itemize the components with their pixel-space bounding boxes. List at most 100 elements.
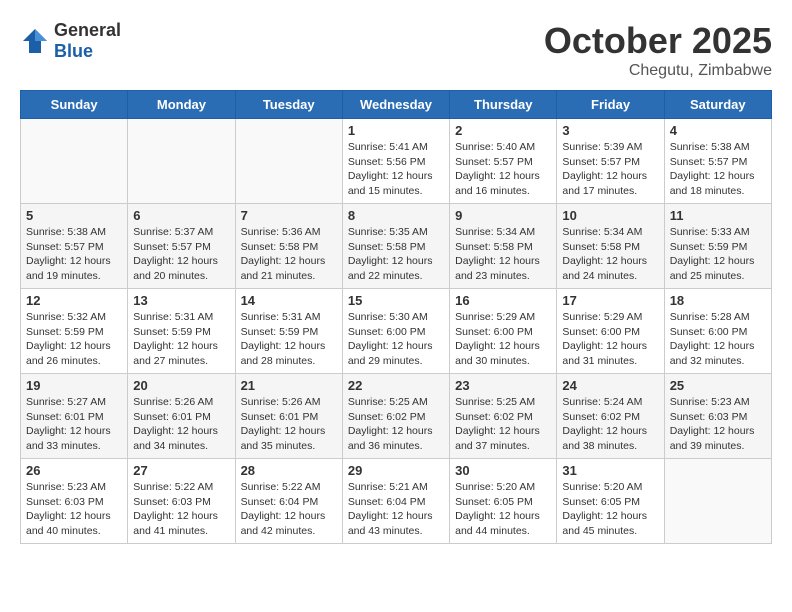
calendar-day-3: 3Sunrise: 5:39 AM Sunset: 5:57 PM Daylig…: [557, 119, 664, 204]
weekday-header-saturday: Saturday: [664, 91, 771, 119]
day-number: 1: [348, 123, 444, 138]
calendar-day-7: 7 Sunrise: 5:36 AM Sunset: 5:58 PM Daylig…: [235, 204, 342, 289]
day-info: Sunrise: 5:31 AM Sunset: 5:59 PM Dayligh…: [241, 310, 337, 369]
day-info: Sunrise: 5:26 AM Sunset: 6:01 PM Dayligh…: [241, 395, 337, 454]
day-number: 18: [670, 293, 766, 308]
day-number: 12: [26, 293, 122, 308]
day-number: 13: [133, 293, 229, 308]
weekday-header-wednesday: Wednesday: [342, 91, 449, 119]
calendar-week-row: 19 Sunrise: 5:27 AM Sunset: 6:01 PM Dayli…: [21, 374, 772, 459]
calendar-day-13: 13 Sunrise: 5:31 AM Sunset: 5:59 PM Dayli…: [128, 289, 235, 374]
calendar-empty-cell: [128, 119, 235, 204]
day-info: Sunrise: 5:28 AM Sunset: 6:00 PM Dayligh…: [670, 310, 766, 369]
day-number: 7: [241, 208, 337, 223]
day-number: 24: [562, 378, 658, 393]
calendar-week-row: 1Sunrise: 5:41 AM Sunset: 5:56 PM Daylig…: [21, 119, 772, 204]
calendar-empty-cell: [21, 119, 128, 204]
calendar-day-23: 23Sunrise: 5:25 AM Sunset: 6:02 PM Dayli…: [450, 374, 557, 459]
calendar-week-row: 12Sunrise: 5:32 AM Sunset: 5:59 PM Dayli…: [21, 289, 772, 374]
day-info: Sunrise: 5:38 AM Sunset: 5:57 PM Dayligh…: [670, 140, 766, 199]
calendar-day-30: 30Sunrise: 5:20 AM Sunset: 6:05 PM Dayli…: [450, 459, 557, 544]
logo-general: General: [54, 20, 121, 40]
calendar-day-9: 9Sunrise: 5:34 AM Sunset: 5:58 PM Daylig…: [450, 204, 557, 289]
day-info: Sunrise: 5:20 AM Sunset: 6:05 PM Dayligh…: [455, 480, 551, 539]
day-number: 9: [455, 208, 551, 223]
day-number: 21: [241, 378, 337, 393]
day-info: Sunrise: 5:23 AM Sunset: 6:03 PM Dayligh…: [670, 395, 766, 454]
day-info: Sunrise: 5:34 AM Sunset: 5:58 PM Dayligh…: [562, 225, 658, 284]
day-info: Sunrise: 5:30 AM Sunset: 6:00 PM Dayligh…: [348, 310, 444, 369]
day-number: 4: [670, 123, 766, 138]
day-info: Sunrise: 5:22 AM Sunset: 6:04 PM Dayligh…: [241, 480, 337, 539]
day-info: Sunrise: 5:38 AM Sunset: 5:57 PM Dayligh…: [26, 225, 122, 284]
calendar-day-25: 25Sunrise: 5:23 AM Sunset: 6:03 PM Dayli…: [664, 374, 771, 459]
calendar-day-31: 31 Sunrise: 5:20 AM Sunset: 6:05 PM Dayli…: [557, 459, 664, 544]
calendar-table: SundayMondayTuesdayWednesdayThursdayFrid…: [20, 90, 772, 544]
calendar-day-12: 12Sunrise: 5:32 AM Sunset: 5:59 PM Dayli…: [21, 289, 128, 374]
calendar-day-20: 20Sunrise: 5:26 AM Sunset: 6:01 PM Dayli…: [128, 374, 235, 459]
day-info: Sunrise: 5:22 AM Sunset: 6:03 PM Dayligh…: [133, 480, 229, 539]
calendar-week-row: 26 Sunrise: 5:23 AM Sunset: 6:03 PM Dayli…: [21, 459, 772, 544]
day-number: 17: [562, 293, 658, 308]
day-info: Sunrise: 5:23 AM Sunset: 6:03 PM Dayligh…: [26, 480, 122, 539]
calendar-day-24: 24 Sunrise: 5:24 AM Sunset: 6:02 PM Dayli…: [557, 374, 664, 459]
day-info: Sunrise: 5:37 AM Sunset: 5:57 PM Dayligh…: [133, 225, 229, 284]
calendar-day-26: 26 Sunrise: 5:23 AM Sunset: 6:03 PM Dayli…: [21, 459, 128, 544]
day-number: 27: [133, 463, 229, 478]
day-number: 31: [562, 463, 658, 478]
day-number: 19: [26, 378, 122, 393]
calendar-day-14: 14 Sunrise: 5:31 AM Sunset: 5:59 PM Dayli…: [235, 289, 342, 374]
day-info: Sunrise: 5:29 AM Sunset: 6:00 PM Dayligh…: [455, 310, 551, 369]
title-block: October 2025 Chegutu, Zimbabwe: [544, 20, 772, 80]
calendar-day-27: 27 Sunrise: 5:22 AM Sunset: 6:03 PM Dayli…: [128, 459, 235, 544]
day-info: Sunrise: 5:35 AM Sunset: 5:58 PM Dayligh…: [348, 225, 444, 284]
day-number: 16: [455, 293, 551, 308]
day-number: 5: [26, 208, 122, 223]
weekday-header-monday: Monday: [128, 91, 235, 119]
month-title: October 2025: [544, 20, 772, 62]
calendar-empty-cell: [235, 119, 342, 204]
calendar-day-21: 21 Sunrise: 5:26 AM Sunset: 6:01 PM Dayli…: [235, 374, 342, 459]
calendar-day-2: 2 Sunrise: 5:40 AM Sunset: 5:57 PM Daylig…: [450, 119, 557, 204]
day-number: 15: [348, 293, 444, 308]
day-number: 22: [348, 378, 444, 393]
day-info: Sunrise: 5:40 AM Sunset: 5:57 PM Dayligh…: [455, 140, 551, 199]
calendar-day-8: 8 Sunrise: 5:35 AM Sunset: 5:58 PM Daylig…: [342, 204, 449, 289]
day-number: 10: [562, 208, 658, 223]
day-info: Sunrise: 5:31 AM Sunset: 5:59 PM Dayligh…: [133, 310, 229, 369]
calendar-day-18: 18 Sunrise: 5:28 AM Sunset: 6:00 PM Dayli…: [664, 289, 771, 374]
calendar-day-10: 10 Sunrise: 5:34 AM Sunset: 5:58 PM Dayli…: [557, 204, 664, 289]
weekday-header-thursday: Thursday: [450, 91, 557, 119]
day-info: Sunrise: 5:39 AM Sunset: 5:57 PM Dayligh…: [562, 140, 658, 199]
day-number: 14: [241, 293, 337, 308]
calendar-day-28: 28Sunrise: 5:22 AM Sunset: 6:04 PM Dayli…: [235, 459, 342, 544]
day-number: 20: [133, 378, 229, 393]
calendar-day-16: 16 Sunrise: 5:29 AM Sunset: 6:00 PM Dayli…: [450, 289, 557, 374]
day-number: 26: [26, 463, 122, 478]
calendar-day-11: 11 Sunrise: 5:33 AM Sunset: 5:59 PM Dayli…: [664, 204, 771, 289]
day-info: Sunrise: 5:20 AM Sunset: 6:05 PM Dayligh…: [562, 480, 658, 539]
logo: General Blue: [20, 20, 121, 62]
calendar-empty-cell: [664, 459, 771, 544]
calendar-day-4: 4 Sunrise: 5:38 AM Sunset: 5:57 PM Daylig…: [664, 119, 771, 204]
day-info: Sunrise: 5:27 AM Sunset: 6:01 PM Dayligh…: [26, 395, 122, 454]
calendar-day-22: 22Sunrise: 5:25 AM Sunset: 6:02 PM Dayli…: [342, 374, 449, 459]
day-info: Sunrise: 5:25 AM Sunset: 6:02 PM Dayligh…: [455, 395, 551, 454]
weekday-header-friday: Friday: [557, 91, 664, 119]
weekday-header-tuesday: Tuesday: [235, 91, 342, 119]
day-info: Sunrise: 5:24 AM Sunset: 6:02 PM Dayligh…: [562, 395, 658, 454]
calendar-day-29: 29Sunrise: 5:21 AM Sunset: 6:04 PM Dayli…: [342, 459, 449, 544]
location-title: Chegutu, Zimbabwe: [544, 62, 772, 80]
day-info: Sunrise: 5:29 AM Sunset: 6:00 PM Dayligh…: [562, 310, 658, 369]
day-number: 8: [348, 208, 444, 223]
calendar-day-19: 19 Sunrise: 5:27 AM Sunset: 6:01 PM Dayli…: [21, 374, 128, 459]
day-number: 2: [455, 123, 551, 138]
weekday-header-sunday: Sunday: [21, 91, 128, 119]
day-info: Sunrise: 5:36 AM Sunset: 5:58 PM Dayligh…: [241, 225, 337, 284]
day-info: Sunrise: 5:33 AM Sunset: 5:59 PM Dayligh…: [670, 225, 766, 284]
calendar-day-17: 17 Sunrise: 5:29 AM Sunset: 6:00 PM Dayli…: [557, 289, 664, 374]
day-number: 11: [670, 208, 766, 223]
calendar-day-1: 1Sunrise: 5:41 AM Sunset: 5:56 PM Daylig…: [342, 119, 449, 204]
calendar-week-row: 5 Sunrise: 5:38 AM Sunset: 5:57 PM Daylig…: [21, 204, 772, 289]
day-number: 6: [133, 208, 229, 223]
